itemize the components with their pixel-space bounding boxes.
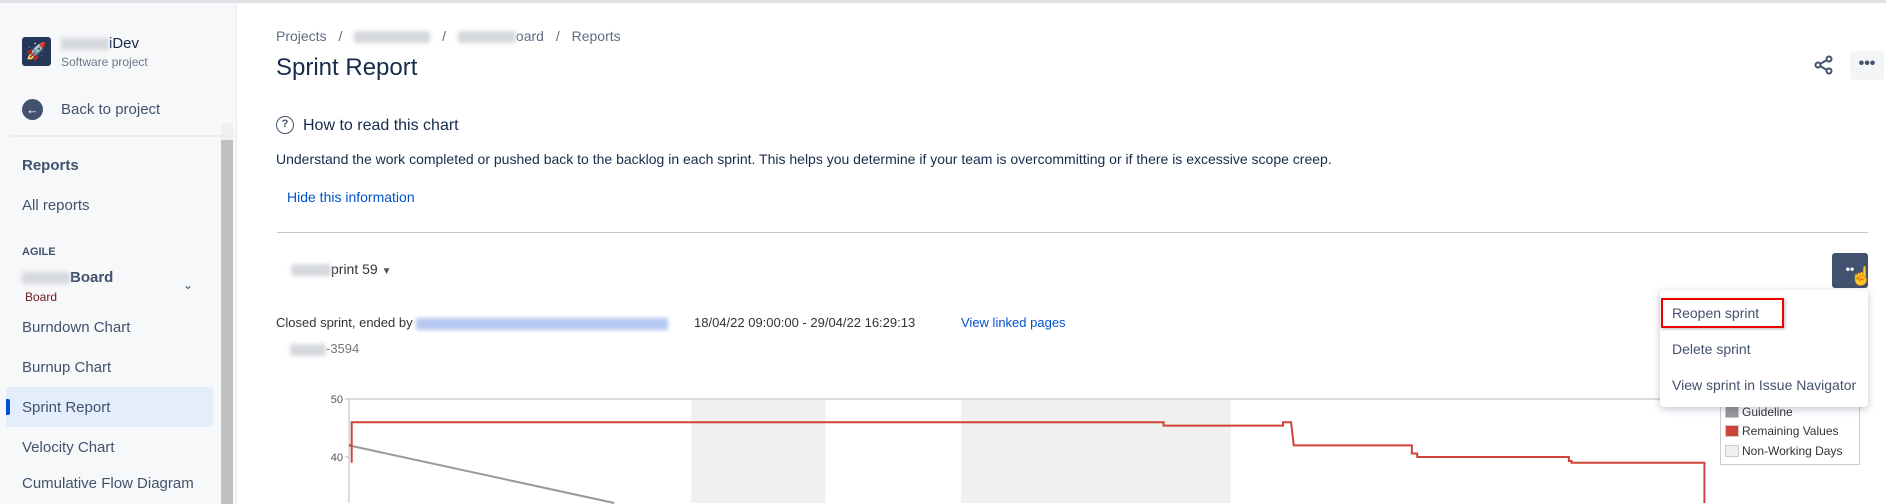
- project-name[interactable]: iDev: [61, 35, 139, 52]
- ended-by-user-link[interactable]: [416, 317, 669, 330]
- board-selector[interactable]: Board: [22, 269, 113, 286]
- sprint-selector-label: print 59: [331, 261, 378, 277]
- board-name: Board: [70, 269, 114, 286]
- chevron-down-icon[interactable]: ⌄: [183, 278, 193, 292]
- non-working-day-band: [691, 399, 826, 503]
- reports-heading: Reports: [22, 157, 79, 174]
- agile-heading: AGILE: [22, 246, 56, 258]
- legend-label: Non-Working Days: [1742, 444, 1843, 458]
- legend-label: Remaining Values: [1742, 424, 1839, 438]
- issue-key-text: -3594: [326, 341, 360, 356]
- sprint-burndown-chart: 50 40: [331, 394, 1868, 504]
- y-tick-label: 50: [331, 394, 343, 406]
- hide-information-link[interactable]: Hide this information: [287, 189, 415, 205]
- sprint-issue-key[interactable]: -3594: [290, 341, 359, 356]
- legend-label: Guideline: [1742, 405, 1793, 419]
- more-actions-button[interactable]: •••: [1850, 51, 1884, 80]
- caret-down-icon: ▼: [381, 266, 392, 277]
- sprint-dates: 18/04/22 09:00:00 - 29/04/22 16:29:13: [694, 315, 916, 330]
- sidebar-divider: [11, 135, 237, 137]
- menu-item-reopen-sprint[interactable]: Reopen sprint: [1660, 295, 1868, 331]
- breadcrumb-projects[interactable]: Projects: [276, 28, 327, 44]
- info-description: Understand the work completed or pushed …: [276, 151, 1332, 167]
- sprint-status: Closed sprint, ended by: [276, 315, 669, 330]
- page-title: Sprint Report: [276, 54, 418, 81]
- highlight-box: [1661, 298, 1784, 328]
- top-border: [0, 0, 1886, 3]
- breadcrumb-reports[interactable]: Reports: [572, 28, 621, 44]
- info-title: How to read this chart: [303, 117, 459, 134]
- sidebar-item-burndown-chart[interactable]: Burndown Chart: [6, 307, 213, 347]
- back-to-project-link[interactable]: Back to project: [61, 101, 160, 118]
- back-arrow-icon[interactable]: ←: [22, 99, 43, 120]
- non-working-day-band: [960, 399, 1231, 503]
- hand-cursor-icon: ☝: [1850, 266, 1873, 286]
- legend-swatch: [1725, 445, 1739, 457]
- breadcrumb-board-text: oard: [515, 28, 544, 44]
- project-avatar-rocket-icon: 🚀: [22, 37, 51, 66]
- all-reports-link[interactable]: All reports: [22, 197, 90, 214]
- legend-swatch: [1725, 425, 1739, 437]
- share-icon[interactable]: [1812, 53, 1836, 77]
- view-linked-pages-link[interactable]: View linked pages: [961, 315, 1066, 330]
- sprint-status-text: Closed sprint, ended by: [276, 315, 413, 330]
- breadcrumb-separator: /: [338, 28, 343, 44]
- sprint-selector[interactable]: print 59 ▼: [291, 261, 392, 277]
- project-type: Software project: [61, 55, 148, 69]
- legend-guideline: Guideline: [1725, 405, 1793, 419]
- chart-legend: Guideline Remaining Values Non-Working D…: [1720, 400, 1860, 465]
- legend-remaining: Remaining Values: [1725, 424, 1839, 438]
- breadcrumb-project[interactable]: [354, 31, 431, 44]
- divider: [277, 232, 1868, 233]
- breadcrumb-separator: /: [442, 28, 447, 44]
- breadcrumb-board[interactable]: oard: [457, 28, 544, 44]
- guideline-series: [348, 444, 615, 504]
- sprint-actions-menu: Reopen sprint Delete sprint View sprint …: [1660, 290, 1868, 407]
- legend-non-working: Non-Working Days: [1725, 444, 1842, 458]
- board-type: Board: [25, 290, 58, 304]
- breadcrumb-separator: /: [555, 28, 560, 44]
- question-icon: ?: [276, 116, 294, 134]
- menu-item-view-in-issue-navigator[interactable]: View sprint in Issue Navigator: [1660, 367, 1868, 403]
- breadcrumb: Projects / / oard / Reports: [276, 28, 621, 44]
- y-tick-label: 40: [331, 452, 343, 464]
- menu-item-delete-sprint[interactable]: Delete sprint: [1660, 331, 1868, 367]
- legend-swatch: [1725, 406, 1739, 418]
- project-name-text: iDev: [109, 35, 140, 52]
